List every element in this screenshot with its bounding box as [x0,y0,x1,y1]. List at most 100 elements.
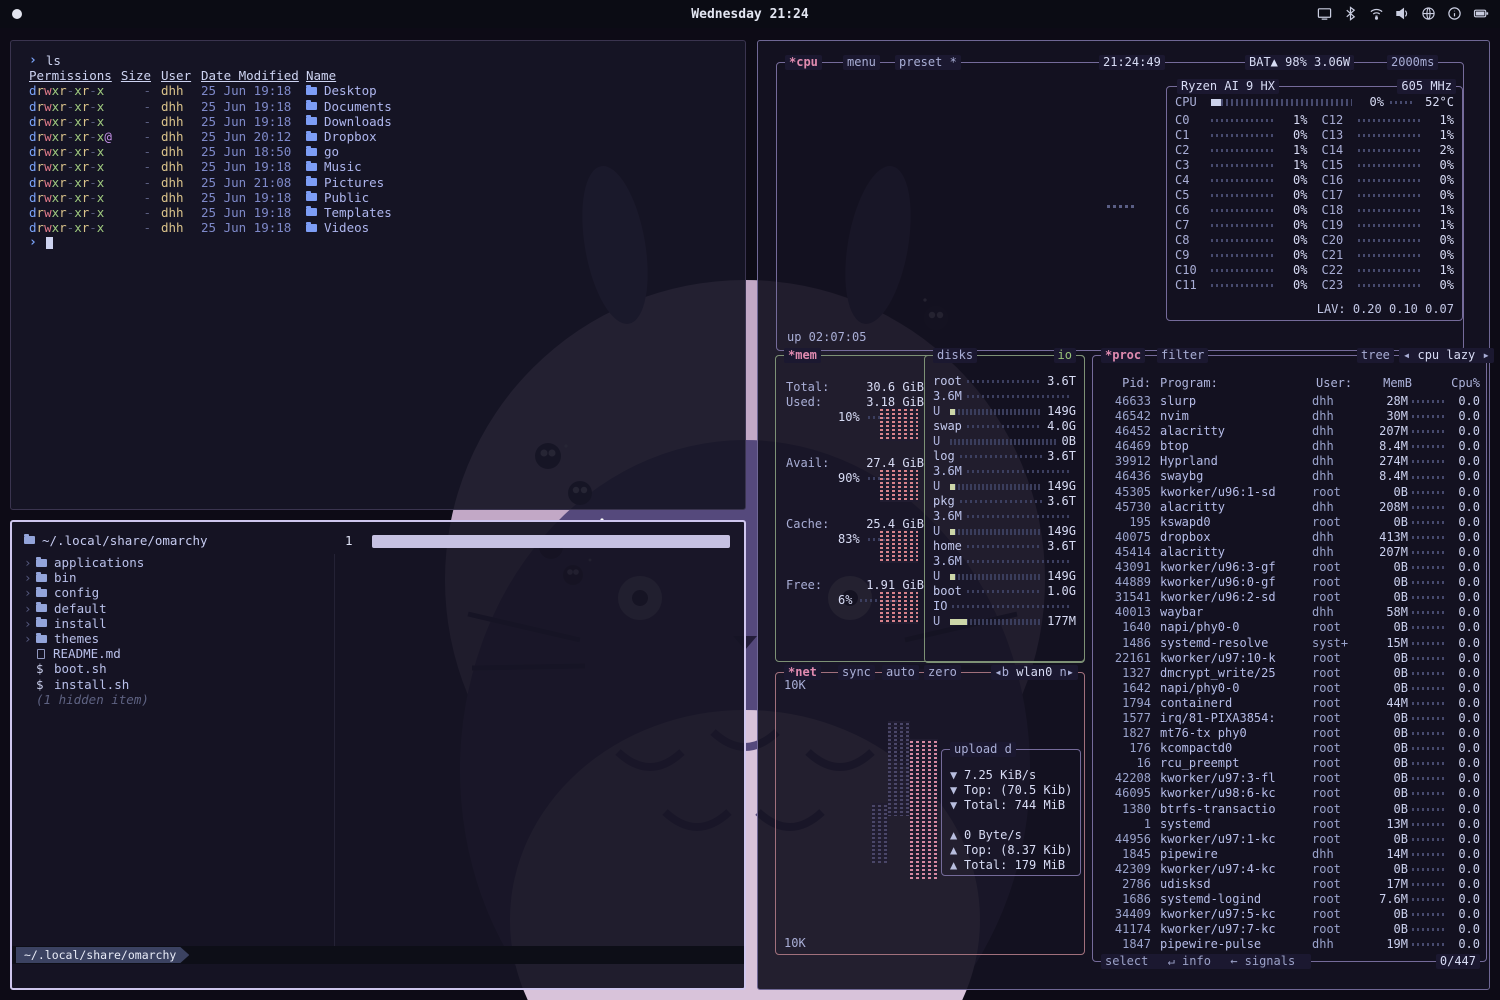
disk-used-bar [950,484,1042,490]
process-name: containerd [1160,696,1312,711]
process-row[interactable]: 46436swaybgdhh8.4M0.0 [1099,469,1480,484]
fm-item[interactable]: $install.sh [24,677,736,692]
process-row[interactable]: 45305kworker/u96:1-sdroot0B0.0 [1099,485,1480,500]
process-row[interactable]: 1794containerdroot44M0.0 [1099,696,1480,711]
process-row[interactable]: 45730alacrittydhh208M0.0 [1099,500,1480,515]
process-row[interactable]: 1486systemd-resolvesyst+15M0.0 [1099,636,1480,651]
process-row[interactable]: 45414alacrittydhh207M0.0 [1099,545,1480,560]
process-row[interactable]: 46633slurpdhh28M0.0 [1099,394,1480,409]
process-row[interactable]: 46452alacrittydhh207M0.0 [1099,424,1480,439]
process-row[interactable]: 42208kworker/u97:3-flroot0B0.0 [1099,771,1480,786]
terminal-input-line[interactable]: › [29,235,735,250]
process-cpu: 0.0 [1450,485,1480,500]
net-auto-toggle[interactable]: auto [882,665,919,680]
process-row[interactable]: 16rcu_preemptroot0B0.0 [1099,756,1480,771]
bluetooth-icon[interactable] [1343,6,1358,21]
network-globe-icon[interactable] [1421,6,1436,21]
core-label: C4 [1175,173,1205,188]
process-row[interactable]: 1827mt76-tx phy0root0B0.0 [1099,726,1480,741]
process-row[interactable]: 1systemdroot13M0.0 [1099,817,1480,832]
wifi-icon[interactable] [1369,6,1384,21]
disk-size: 3.6T [1047,539,1076,554]
process-row[interactable]: 42309kworker/u97:4-kcroot0B0.0 [1099,862,1480,877]
process-row[interactable]: 1577irq/81-PIXA3854:root0B0.0 [1099,711,1480,726]
fm-item[interactable]: $boot.sh [24,661,736,676]
process-row[interactable]: 1845pipewiredhh14M0.0 [1099,847,1480,862]
menu-button[interactable]: menu [843,55,880,70]
process-user: root [1312,817,1364,832]
process-row[interactable]: 2786udisksdroot17M0.0 [1099,877,1480,892]
core-label: C13 [1322,128,1352,143]
header-cpu[interactable]: Cpu% [1412,376,1480,391]
process-row[interactable]: 1640napi/phy0-0root0B0.0 [1099,620,1480,635]
filter-button[interactable]: filter [1157,348,1208,363]
fm-item[interactable]: ›bin [24,570,736,585]
preset-button[interactable]: preset * [895,55,961,70]
process-row[interactable]: 34409kworker/u97:5-kcroot0B0.0 [1099,907,1480,922]
process-row[interactable]: 44889kworker/u96:0-gfroot0B0.0 [1099,575,1480,590]
process-row[interactable]: 40075dropboxdhh413M0.0 [1099,530,1480,545]
process-user: root [1312,862,1364,877]
process-row[interactable]: 40013waybardhh58M0.0 [1099,605,1480,620]
header-memb[interactable]: MemB [1368,376,1412,391]
sort-next-icon[interactable]: ▸ [1483,348,1490,362]
fm-item[interactable]: ›applications [24,555,736,570]
current-path: ~/.local/share/omarchy [42,533,208,548]
proc-box-title[interactable]: *proc [1101,348,1145,363]
process-cpu: 0.0 [1450,817,1480,832]
signals-hint[interactable]: ← signals [1230,954,1295,968]
fm-item[interactable]: ›default [24,601,736,616]
io-toggle[interactable]: io [1054,348,1076,363]
chevron-right-icon: › [24,616,36,631]
tab-indicator[interactable]: 1 [345,533,353,548]
file-user: dhh [161,114,201,129]
process-row[interactable]: 46469btopdhh8.4M0.0 [1099,439,1480,454]
process-row[interactable]: 31541kworker/u96:2-sdroot0B0.0 [1099,590,1480,605]
cpu-box: *cpu menu preset * 21:24:49 BAT▲ 98% 3.0… [776,62,1464,351]
process-row[interactable]: 1327dmcrypt_write/25root0B0.0 [1099,666,1480,681]
process-row[interactable]: 1847pipewire-pulsedhh19M0.0 [1099,937,1480,951]
iface-prev-icon[interactable]: ◂b [995,665,1009,679]
net-zero-toggle[interactable]: zero [924,665,961,680]
select-hint[interactable]: select [1105,954,1148,968]
process-row[interactable]: 46095kworker/u98:6-kcroot0B0.0 [1099,786,1480,801]
screen-cast-icon[interactable] [1317,6,1332,21]
info-icon[interactable] [1447,6,1462,21]
info-hint[interactable]: ↵ info [1168,954,1211,968]
process-row[interactable]: 43091kworker/u96:3-gfroot0B0.0 [1099,560,1480,575]
process-row[interactable]: 41174kworker/u97:7-kcroot0B0.0 [1099,922,1480,937]
process-row[interactable]: 44956kworker/u97:1-kcroot0B0.0 [1099,832,1480,847]
core-row: C121% [1322,113,1455,128]
process-row[interactable]: 176kcompactd0root0B0.0 [1099,741,1480,756]
process-row[interactable]: 1642napi/phy0-0root0B0.0 [1099,681,1480,696]
process-row[interactable]: 22161kworker/u97:10-kroot0B0.0 [1099,651,1480,666]
header-pid[interactable]: Pid: [1099,376,1151,391]
system-monitor-window: *cpu menu preset * 21:24:49 BAT▲ 98% 3.0… [757,40,1490,990]
fm-item[interactable]: ›config [24,585,736,600]
process-row[interactable]: 1380btrfs-transactioroot0B0.0 [1099,802,1480,817]
process-row[interactable]: 46542nvimdhh30M0.0 [1099,409,1480,424]
iface-next-icon[interactable]: n▸ [1060,665,1074,679]
update-interval[interactable]: 2000ms [1387,55,1438,70]
chevron-right-icon: › [24,585,36,600]
fm-item[interactable]: ›install [24,616,736,631]
fm-item[interactable]: ›themes [24,631,736,646]
mem-stat-label: Total: [786,380,829,395]
cpu-box-title[interactable]: *cpu [785,55,822,70]
process-row[interactable]: 39912Hyprlanddhh274M0.0 [1099,454,1480,469]
header-user[interactable]: User: [1316,376,1368,391]
process-box: *proc filter tree ◂ cpu lazy ▸ Pid: Prog… [1092,355,1487,962]
mem-box-title[interactable]: *mem [784,348,821,363]
file-row: drwxr-xr-x-dhh25 Jun 19:18Desktop [29,83,735,98]
fm-item[interactable]: README.md [24,646,736,661]
sort-prev-icon[interactable]: ◂ [1403,348,1410,362]
process-row[interactable]: 1686systemd-logindroot7.6M0.0 [1099,892,1480,907]
net-interface-switcher[interactable]: ◂b wlan0 n▸ [991,665,1079,680]
process-row[interactable]: 195kswapd0root0B0.0 [1099,515,1480,530]
disks-title[interactable]: disks [933,348,977,363]
volume-icon[interactable] [1395,6,1410,21]
header-program[interactable]: Program: [1160,376,1316,391]
sort-mode[interactable]: ◂ cpu lazy ▸ [1399,348,1494,363]
net-sync-toggle[interactable]: sync [838,665,875,680]
tree-toggle[interactable]: tree [1357,348,1394,363]
